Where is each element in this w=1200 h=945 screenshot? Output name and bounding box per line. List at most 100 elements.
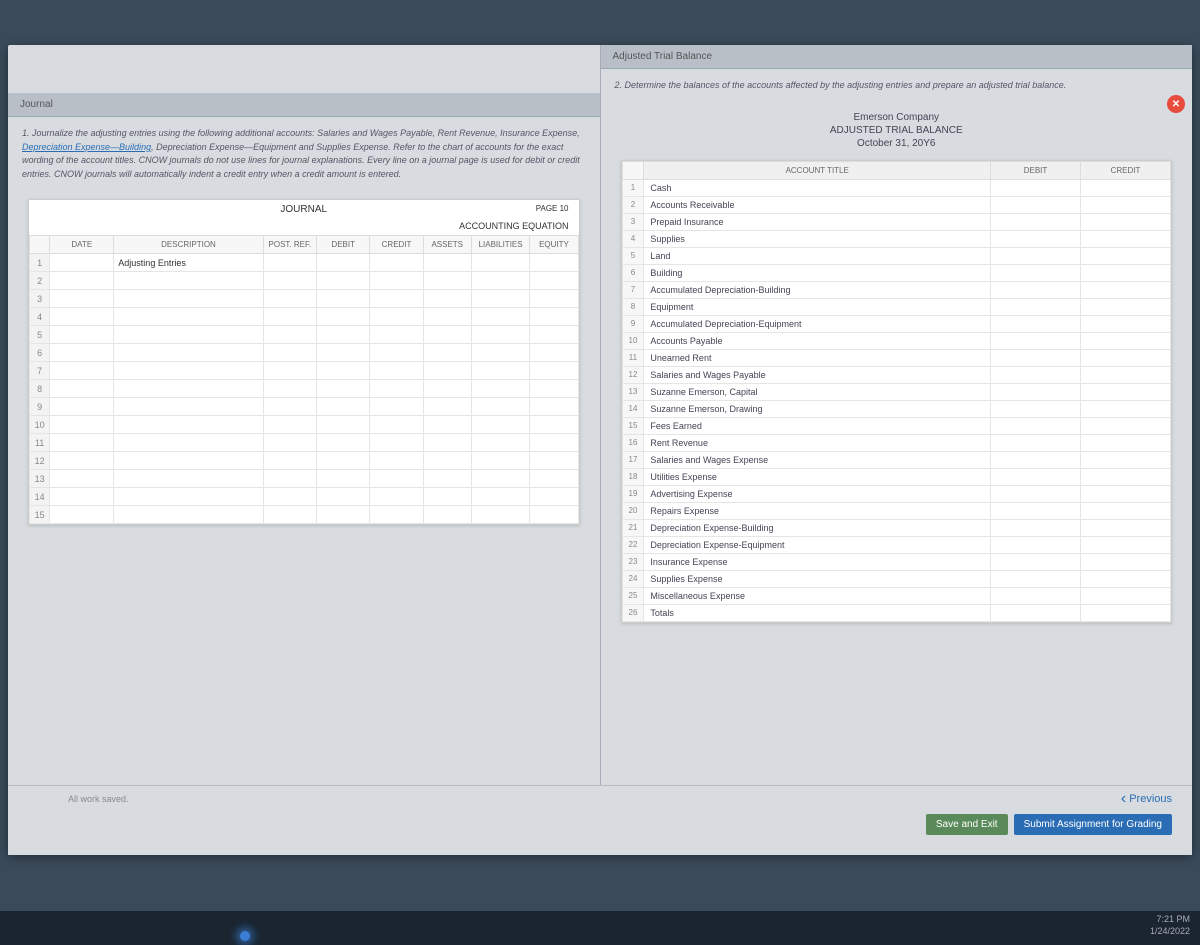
credit-cell[interactable] — [1081, 264, 1171, 281]
journal-cell[interactable] — [423, 398, 471, 416]
credit-cell[interactable] — [1081, 502, 1171, 519]
credit-cell[interactable] — [1081, 213, 1171, 230]
atb-row[interactable]: 23Insurance Expense — [622, 553, 1171, 570]
credit-cell[interactable] — [1081, 553, 1171, 570]
journal-cell[interactable] — [471, 290, 530, 308]
journal-cell[interactable] — [471, 488, 530, 506]
journal-cell[interactable] — [530, 254, 578, 272]
atb-row[interactable]: 17Salaries and Wages Expense — [622, 451, 1171, 468]
journal-cell[interactable] — [317, 254, 370, 272]
atb-row[interactable]: 4Supplies — [622, 230, 1171, 247]
credit-cell[interactable] — [1081, 468, 1171, 485]
debit-cell[interactable] — [991, 281, 1081, 298]
account-title-cell[interactable]: Supplies Expense — [644, 570, 991, 587]
atb-row[interactable]: 16Rent Revenue — [622, 434, 1171, 451]
journal-row[interactable]: 6 — [30, 344, 579, 362]
journal-cell[interactable] — [423, 380, 471, 398]
journal-cell[interactable]: Adjusting Entries — [114, 254, 263, 272]
journal-cell[interactable] — [423, 308, 471, 326]
journal-cell[interactable] — [50, 326, 114, 344]
journal-cell[interactable] — [317, 416, 370, 434]
journal-cell[interactable] — [317, 362, 370, 380]
account-title-cell[interactable]: Depreciation Expense-Equipment — [644, 536, 991, 553]
journal-cell[interactable] — [530, 434, 578, 452]
journal-row[interactable]: 9 — [30, 398, 579, 416]
journal-row[interactable]: 15 — [30, 506, 579, 524]
atb-row[interactable]: 5Land — [622, 247, 1171, 264]
credit-cell[interactable] — [1081, 315, 1171, 332]
credit-cell[interactable] — [1081, 519, 1171, 536]
journal-cell[interactable] — [423, 470, 471, 488]
journal-cell[interactable] — [317, 380, 370, 398]
journal-cell[interactable] — [530, 362, 578, 380]
atb-row[interactable]: 26Totals — [622, 604, 1171, 621]
journal-cell[interactable] — [530, 452, 578, 470]
debit-cell[interactable] — [991, 400, 1081, 417]
atb-row[interactable]: 15Fees Earned — [622, 417, 1171, 434]
journal-cell[interactable] — [370, 362, 423, 380]
journal-cell[interactable] — [370, 470, 423, 488]
journal-cell[interactable] — [370, 434, 423, 452]
journal-cell[interactable] — [50, 488, 114, 506]
account-title-cell[interactable]: Prepaid Insurance — [644, 213, 991, 230]
debit-cell[interactable] — [991, 468, 1081, 485]
credit-cell[interactable] — [1081, 366, 1171, 383]
account-title-cell[interactable]: Accumulated Depreciation-Equipment — [644, 315, 991, 332]
journal-cell[interactable] — [530, 344, 578, 362]
journal-cell[interactable] — [114, 308, 263, 326]
journal-cell[interactable] — [263, 290, 316, 308]
journal-cell[interactable] — [423, 362, 471, 380]
journal-cell[interactable] — [50, 416, 114, 434]
atb-row[interactable]: 20Repairs Expense — [622, 502, 1171, 519]
account-title-cell[interactable]: Building — [644, 264, 991, 281]
journal-cell[interactable] — [114, 380, 263, 398]
credit-cell[interactable] — [1081, 451, 1171, 468]
debit-cell[interactable] — [991, 349, 1081, 366]
journal-cell[interactable] — [370, 308, 423, 326]
journal-cell[interactable] — [263, 344, 316, 362]
journal-cell[interactable] — [317, 452, 370, 470]
journal-cell[interactable] — [370, 380, 423, 398]
journal-cell[interactable] — [471, 416, 530, 434]
journal-cell[interactable] — [423, 488, 471, 506]
journal-row[interactable]: 10 — [30, 416, 579, 434]
account-title-cell[interactable]: Land — [644, 247, 991, 264]
account-title-cell[interactable]: Suzanne Emerson, Capital — [644, 383, 991, 400]
journal-cell[interactable] — [263, 398, 316, 416]
journal-cell[interactable] — [530, 470, 578, 488]
previous-button[interactable]: Previous — [1121, 790, 1172, 808]
debit-cell[interactable] — [991, 451, 1081, 468]
journal-cell[interactable] — [114, 344, 263, 362]
atb-row[interactable]: 18Utilities Expense — [622, 468, 1171, 485]
journal-cell[interactable] — [263, 308, 316, 326]
journal-cell[interactable] — [423, 416, 471, 434]
journal-cell[interactable] — [317, 434, 370, 452]
journal-cell[interactable] — [370, 344, 423, 362]
journal-cell[interactable] — [114, 272, 263, 290]
credit-cell[interactable] — [1081, 349, 1171, 366]
journal-cell[interactable] — [50, 254, 114, 272]
journal-cell[interactable] — [114, 398, 263, 416]
journal-cell[interactable] — [530, 398, 578, 416]
journal-cell[interactable] — [317, 398, 370, 416]
debit-cell[interactable] — [991, 366, 1081, 383]
account-title-cell[interactable]: Rent Revenue — [644, 434, 991, 451]
journal-cell[interactable] — [471, 452, 530, 470]
journal-row[interactable]: 1Adjusting Entries — [30, 254, 579, 272]
journal-cell[interactable] — [263, 272, 316, 290]
journal-cell[interactable] — [263, 326, 316, 344]
submit-button[interactable]: Submit Assignment for Grading — [1014, 814, 1172, 835]
journal-cell[interactable] — [423, 506, 471, 524]
debit-cell[interactable] — [991, 553, 1081, 570]
credit-cell[interactable] — [1081, 332, 1171, 349]
atb-row[interactable]: 7Accumulated Depreciation-Building — [622, 281, 1171, 298]
journal-row[interactable]: 5 — [30, 326, 579, 344]
atb-row[interactable]: 24Supplies Expense — [622, 570, 1171, 587]
debit-cell[interactable] — [991, 264, 1081, 281]
journal-cell[interactable] — [50, 398, 114, 416]
journal-cell[interactable] — [263, 470, 316, 488]
journal-cell[interactable] — [50, 308, 114, 326]
journal-cell[interactable] — [423, 254, 471, 272]
atb-row[interactable]: 1Cash — [622, 179, 1171, 196]
account-title-cell[interactable]: Advertising Expense — [644, 485, 991, 502]
